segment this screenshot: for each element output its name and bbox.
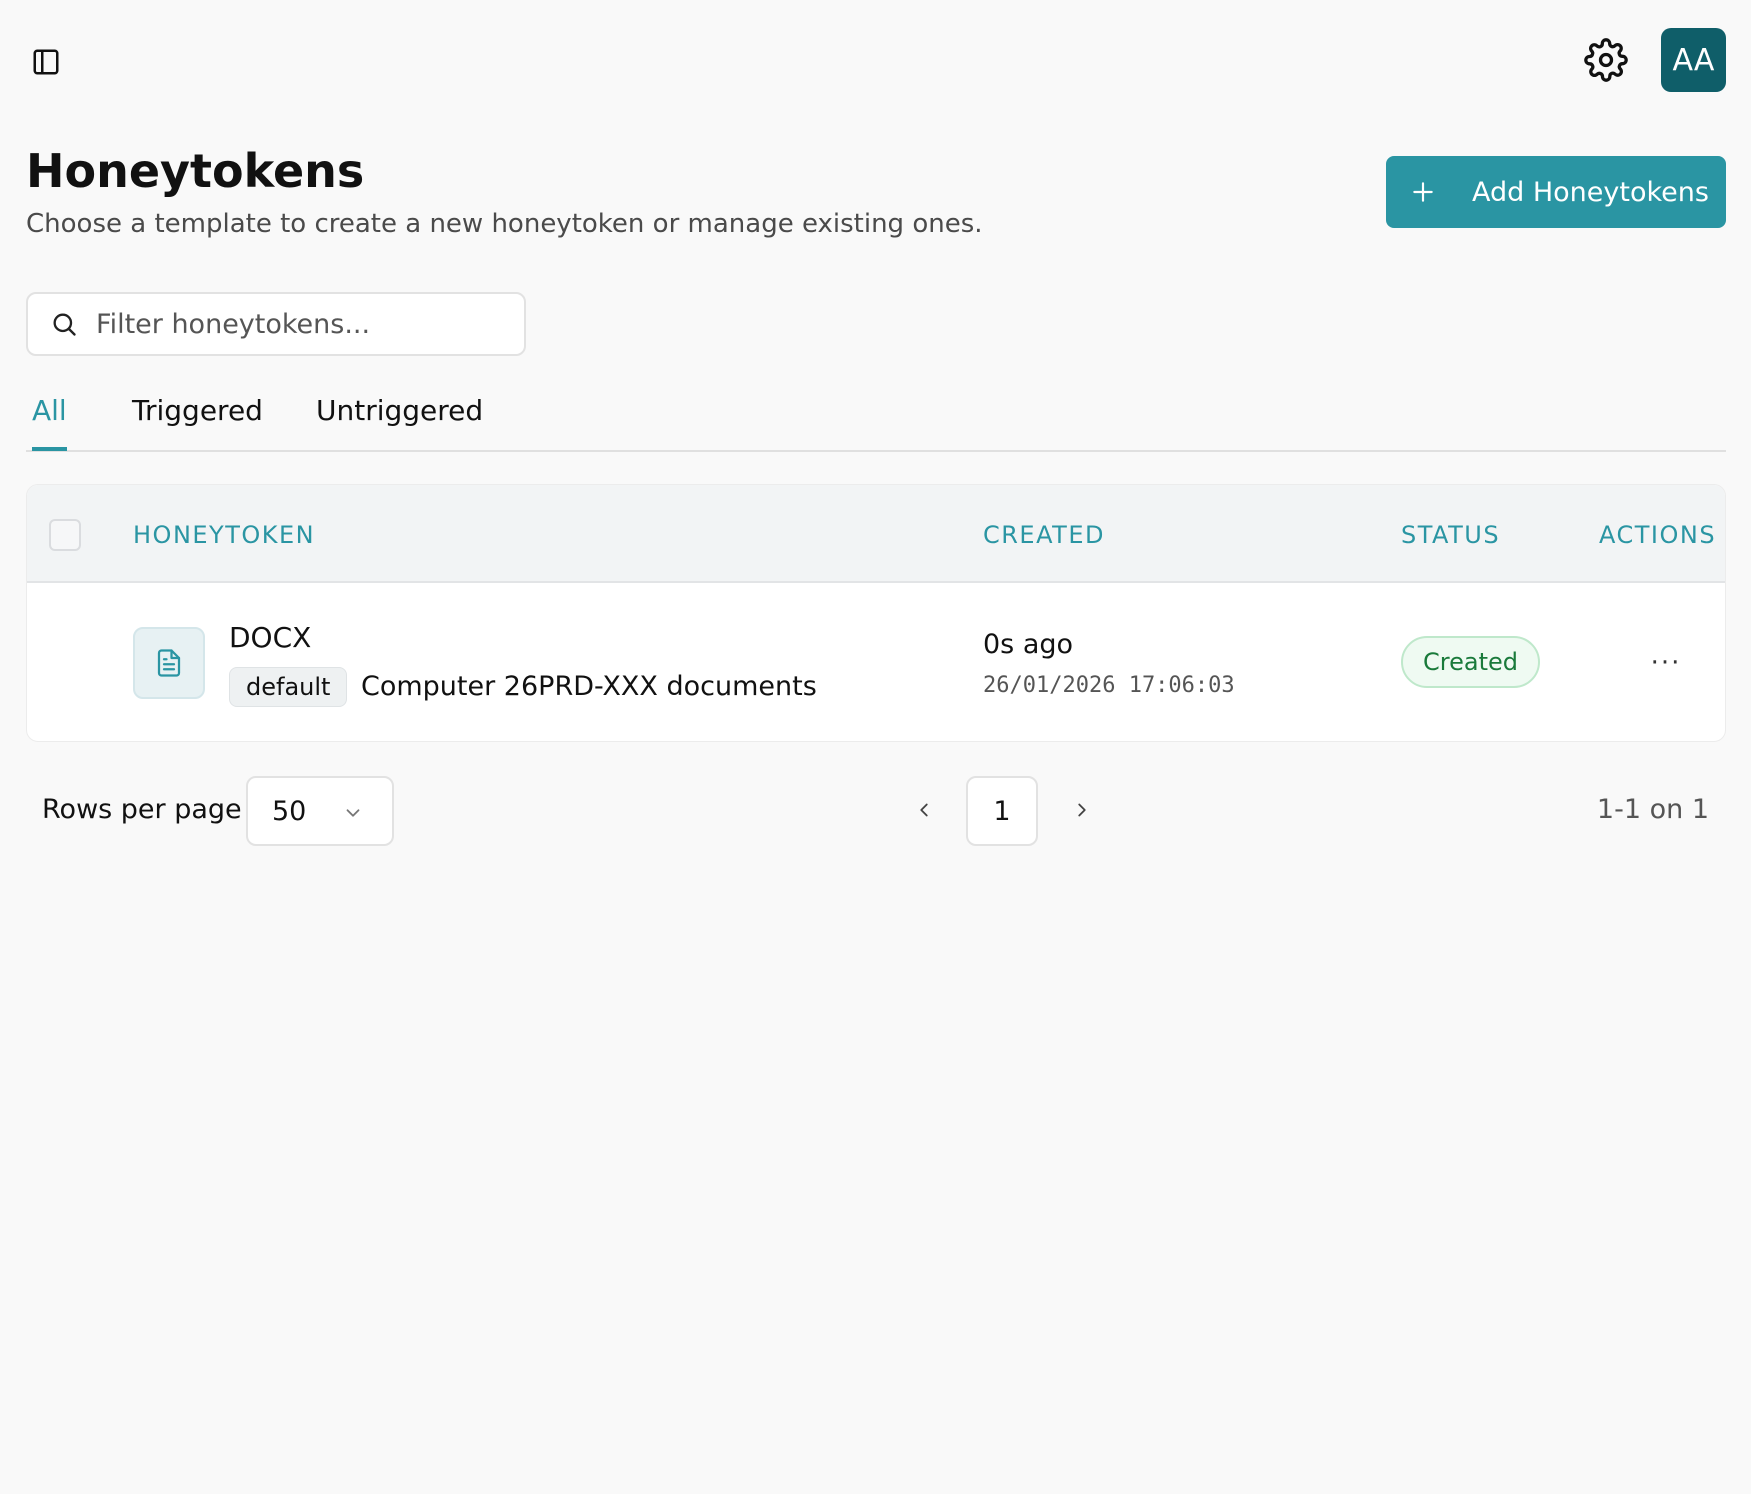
honeytoken-tag: default [229, 667, 348, 707]
next-page-button[interactable] [1062, 790, 1102, 830]
tab-bar: All Triggered Untriggered [26, 380, 1726, 452]
select-all-checkbox[interactable] [49, 519, 81, 551]
tab-untriggered[interactable]: Untriggered [316, 394, 483, 447]
pagination-range-info: 1-1 on 1 [1596, 794, 1709, 825]
column-header-actions: ACTIONS [1599, 521, 1717, 549]
honeytokens-table: HONEYTOKEN CREATED STATUS ACTIONS DOCX d… [26, 484, 1726, 742]
document-icon [133, 627, 205, 699]
table-header: HONEYTOKEN CREATED STATUS ACTIONS [27, 485, 1725, 583]
avatar[interactable]: AA [1661, 28, 1726, 92]
rows-per-page-label: Rows per page [42, 794, 242, 825]
column-header-status[interactable]: STATUS [1401, 521, 1500, 549]
created-relative: 0s ago [983, 629, 1074, 660]
table-row[interactable]: DOCX default Computer 26PRD-XXX document… [27, 583, 1725, 741]
add-honeytokens-button[interactable]: Add Honeytokens [1386, 156, 1726, 228]
page-subtitle: Choose a template to create a new honeyt… [26, 209, 983, 239]
chevron-right-icon [1078, 803, 1086, 817]
row-actions-button[interactable]: ··· [1641, 645, 1691, 681]
previous-page-button[interactable] [904, 790, 944, 830]
tab-all[interactable]: All [32, 394, 67, 451]
settings-button[interactable] [1582, 36, 1630, 84]
add-honeytokens-label: Add Honeytokens [1472, 176, 1709, 208]
gear-icon [1584, 38, 1628, 82]
column-header-created[interactable]: CREATED [983, 521, 1105, 549]
chevron-left-icon [920, 803, 928, 817]
column-header-honeytoken[interactable]: HONEYTOKEN [133, 521, 315, 549]
sidebar-toggle-button[interactable] [28, 44, 64, 80]
honeytoken-name[interactable]: DOCX [229, 621, 311, 654]
tab-triggered[interactable]: Triggered [132, 394, 263, 447]
search-input[interactable] [96, 308, 496, 340]
honeytoken-description: Computer 26PRD-XXX documents [361, 671, 817, 702]
current-page-button[interactable]: 1 [966, 776, 1038, 846]
status-badge: Created [1401, 636, 1540, 688]
page-title: Honeytokens [26, 144, 365, 198]
search-box[interactable] [26, 292, 526, 356]
chevron-down-icon [346, 809, 360, 817]
search-icon [53, 313, 76, 336]
plus-icon [1410, 179, 1436, 205]
sidebar-toggle-icon [33, 49, 59, 75]
rows-per-page-select[interactable]: 50 [246, 776, 394, 846]
rows-per-page-value: 50 [272, 795, 307, 827]
created-datetime: 26/01/2026 17:06:03 [983, 673, 1235, 698]
